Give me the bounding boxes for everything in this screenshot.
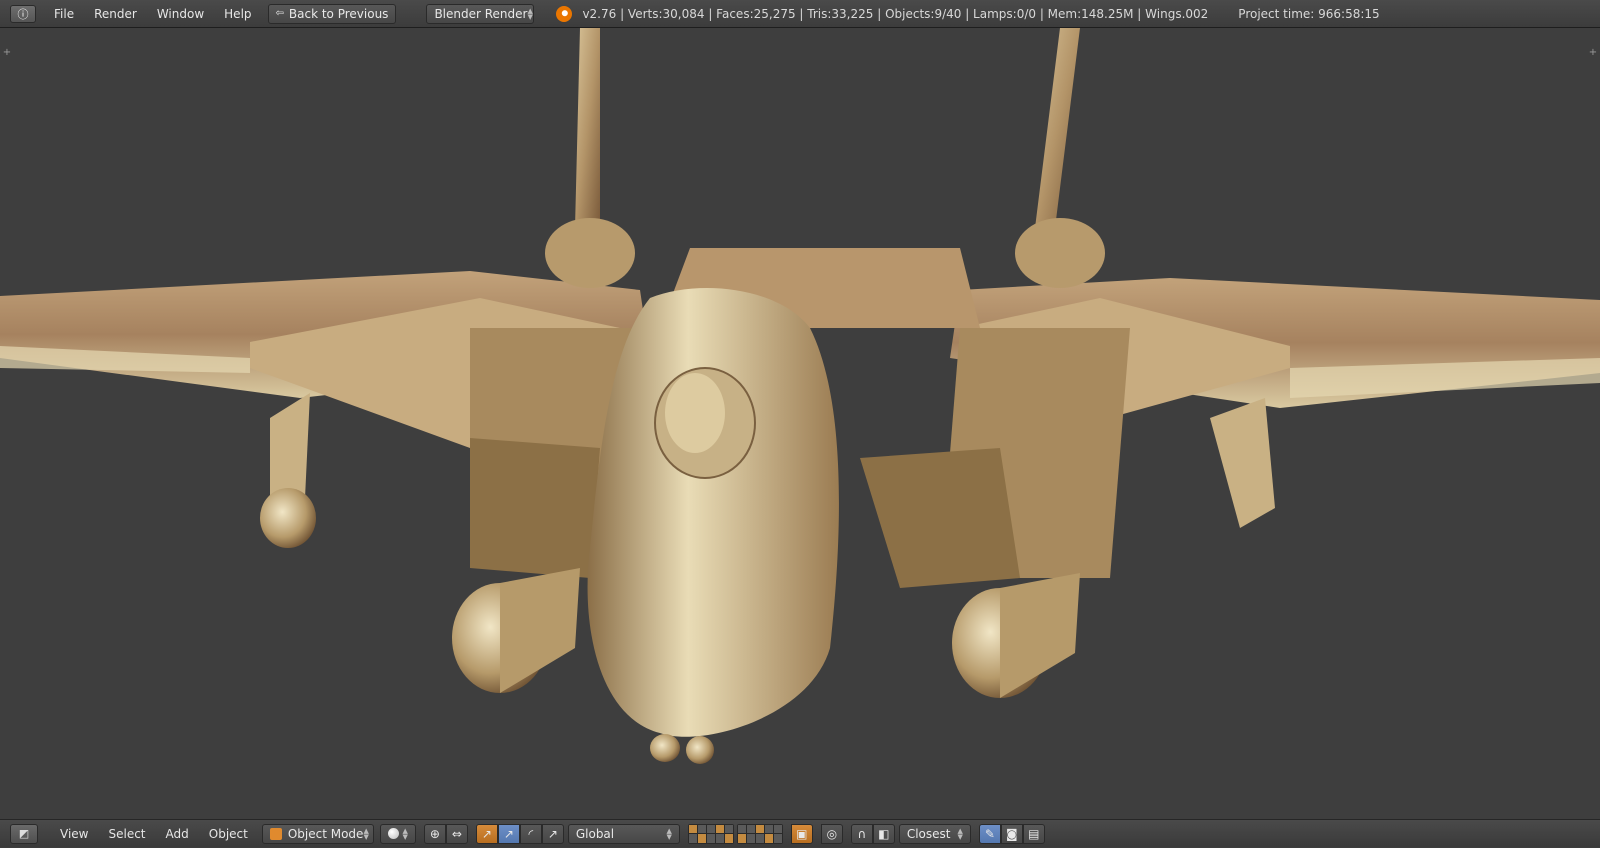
layer-buttons[interactable]: [687, 823, 783, 844]
rotate-icon: ↗: [503, 826, 514, 841]
combined-manipulator-button[interactable]: ↗: [541, 823, 564, 844]
camera-icon: ◙: [1006, 826, 1018, 841]
scale-manipulator-button[interactable]: ◜: [519, 823, 542, 844]
lock-group: ▣: [790, 823, 813, 844]
magnet-icon: ∩: [857, 826, 867, 841]
menu-window[interactable]: Window: [147, 0, 214, 28]
render-engine-label: Blender Render: [434, 6, 528, 21]
transform-orientation-select[interactable]: Global ▲ ▼: [567, 823, 680, 844]
translate-manipulator-button[interactable]: ↗: [475, 823, 498, 844]
menu-add[interactable]: Add: [156, 820, 199, 848]
lock-camera-button[interactable]: ▣: [790, 823, 813, 844]
viewport-corner-widget-right[interactable]: +: [1588, 48, 1598, 58]
transform-manipulators: ↗ ↗ ◜ ↗: [475, 823, 564, 844]
updown-arrows-icon: ▲ ▼: [957, 826, 963, 841]
editor-type-button-3d[interactable]: ◩: [10, 823, 38, 844]
scene-stats: v2.76 | Verts:30,084 | Faces:25,275 | Tr…: [582, 6, 1209, 21]
snap-element-icon: ◧: [878, 826, 890, 841]
blender-logo-icon: [556, 5, 573, 22]
menu-file[interactable]: File: [44, 0, 84, 28]
info-header: ⓘ File Render Window Help ⇦ Back to Prev…: [0, 0, 1600, 28]
snap-toggle-button[interactable]: ∩: [850, 823, 873, 844]
3d-view-header: ◩ View Select Add Object Object Mode ▲ ▼ …: [0, 819, 1600, 847]
back-to-previous-label: Back to Previous: [288, 6, 389, 21]
lock-icon: ▣: [796, 826, 808, 841]
translate-icon: ↗: [481, 826, 492, 841]
back-icon: ⇦: [275, 8, 284, 19]
jet-model: [0, 28, 1600, 764]
pivot-group: ⊕ ⇔: [423, 823, 468, 844]
snap-target-label: Closest: [906, 826, 951, 841]
rotate-manipulator-button[interactable]: ↗: [497, 823, 520, 844]
render-engine-select[interactable]: Blender Render ▲ ▼: [426, 3, 535, 24]
manipulator-icon: ⇔: [451, 826, 462, 841]
interaction-mode-select[interactable]: Object Mode ▲ ▼: [261, 823, 374, 844]
snap-element-button[interactable]: ◧: [872, 823, 895, 844]
object-mode-icon: [269, 827, 282, 840]
render-still-button[interactable]: ◙: [1000, 823, 1023, 844]
updown-arrows-icon: ▲ ▼: [402, 826, 408, 841]
updown-arrows-icon: ▲ ▼: [666, 826, 672, 841]
right-tail: [1035, 28, 1080, 228]
arrow-icon: ↗: [547, 826, 558, 841]
snap-target-select[interactable]: Closest ▲ ▼: [898, 823, 971, 844]
render-group: ✎ ◙ ▤: [978, 823, 1045, 844]
scale-icon: ◜: [528, 826, 534, 841]
updown-arrows-icon: ▲ ▼: [363, 826, 369, 841]
render-animation-button[interactable]: ▤: [1022, 823, 1045, 844]
menu-help[interactable]: Help: [214, 0, 261, 28]
viewport-corner-widget-left[interactable]: +: [2, 48, 12, 58]
3d-viewport[interactable]: + +: [0, 28, 1600, 819]
layer-block-2[interactable]: [736, 823, 783, 844]
mode-wrap: Object Mode: [269, 826, 364, 841]
orientation-label: Global: [575, 826, 615, 841]
render-icon: ✎: [984, 826, 995, 841]
menu-object[interactable]: Object: [199, 820, 258, 848]
info-icon: ⓘ: [17, 7, 29, 21]
proportional-edit-button[interactable]: ◎: [820, 823, 843, 844]
menu-select[interactable]: Select: [98, 820, 155, 848]
updown-arrows-icon: ▲ ▼: [527, 6, 533, 21]
left-tail: [575, 28, 600, 228]
project-time: Project time: 966:58:15: [1238, 6, 1380, 21]
clapper-icon: ▤: [1028, 826, 1040, 841]
snap-group: ∩ ◧: [850, 823, 895, 844]
proportional-edit-icon: ◎: [826, 826, 838, 841]
pivot-point-icon: ⊕: [429, 826, 440, 841]
fuselage-nose: [587, 288, 839, 737]
pivot-point-button[interactable]: ⊕: [423, 823, 446, 844]
menu-view[interactable]: View: [50, 820, 98, 848]
solid-shading-icon: [387, 828, 399, 839]
editor-type-button[interactable]: ⓘ: [10, 4, 36, 23]
proportional-group: ◎: [820, 823, 843, 844]
viewport-shading-select[interactable]: ▲ ▼: [379, 823, 416, 844]
3d-view-icon: ◩: [18, 827, 30, 840]
menu-render[interactable]: Render: [84, 0, 147, 28]
manipulator-toggle[interactable]: ⇔: [445, 823, 468, 844]
mode-label: Object Mode: [287, 826, 364, 841]
opengl-render-button[interactable]: ✎: [978, 823, 1001, 844]
layer-block-1[interactable]: [687, 823, 734, 844]
back-to-previous-button[interactable]: ⇦ Back to Previous: [267, 3, 397, 24]
